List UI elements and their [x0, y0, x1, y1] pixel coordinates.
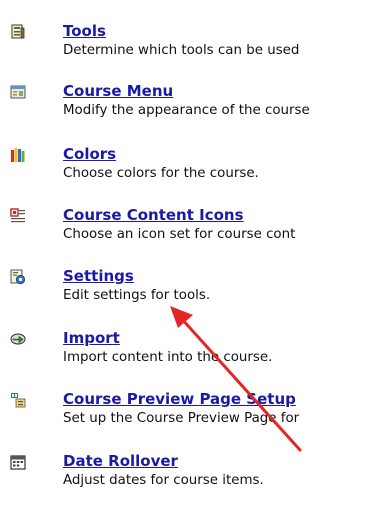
tools-link[interactable]: Tools: [63, 22, 106, 40]
course-content-icons-description: Choose an icon set for course cont: [63, 227, 296, 242]
import-icon: [10, 331, 26, 347]
menu-item-settings: Settings Edit settings for tools.: [0, 267, 392, 321]
tools-icon: [10, 24, 26, 40]
preview-page-icon: [10, 392, 26, 408]
course-menu-icon: [10, 84, 26, 100]
menu-item-course-content-icons: Course Content Icons Choose an icon set …: [0, 206, 392, 260]
menu-item-tools: Tools Determine which tools can be used: [0, 22, 392, 76]
date-rollover-link[interactable]: Date Rollover: [63, 452, 178, 470]
menu-item-course-preview-page-setup: Course Preview Page Setup Set up the Cou…: [0, 390, 392, 444]
settings-icon: [10, 269, 26, 285]
course-preview-page-setup-link[interactable]: Course Preview Page Setup: [63, 390, 296, 408]
colors-description: Choose colors for the course.: [63, 166, 259, 181]
course-content-icons-link[interactable]: Course Content Icons: [63, 206, 244, 224]
course-tools-menu: Tools Determine which tools can be used …: [0, 0, 392, 510]
colors-icon: [10, 147, 26, 163]
course-preview-page-setup-description: Set up the Course Preview Page for: [63, 411, 300, 426]
import-description: Import content into the course.: [63, 350, 273, 365]
tools-description: Determine which tools can be used: [63, 43, 300, 58]
menu-item-colors: Colors Choose colors for the course.: [0, 145, 392, 199]
menu-item-import: Import Import content into the course.: [0, 329, 392, 383]
colors-link[interactable]: Colors: [63, 145, 116, 163]
menu-item-date-rollover: Date Rollover Adjust dates for course it…: [0, 452, 392, 506]
menu-item-course-menu: Course Menu Modify the appearance of the…: [0, 82, 392, 136]
date-rollover-icon: [10, 454, 26, 470]
course-menu-description: Modify the appearance of the course: [63, 103, 310, 118]
date-rollover-description: Adjust dates for course items.: [63, 473, 264, 488]
settings-link[interactable]: Settings: [63, 267, 134, 285]
course-content-icons-icon: [10, 208, 26, 224]
course-menu-link[interactable]: Course Menu: [63, 82, 173, 100]
settings-description: Edit settings for tools.: [63, 288, 211, 303]
import-link[interactable]: Import: [63, 329, 120, 347]
